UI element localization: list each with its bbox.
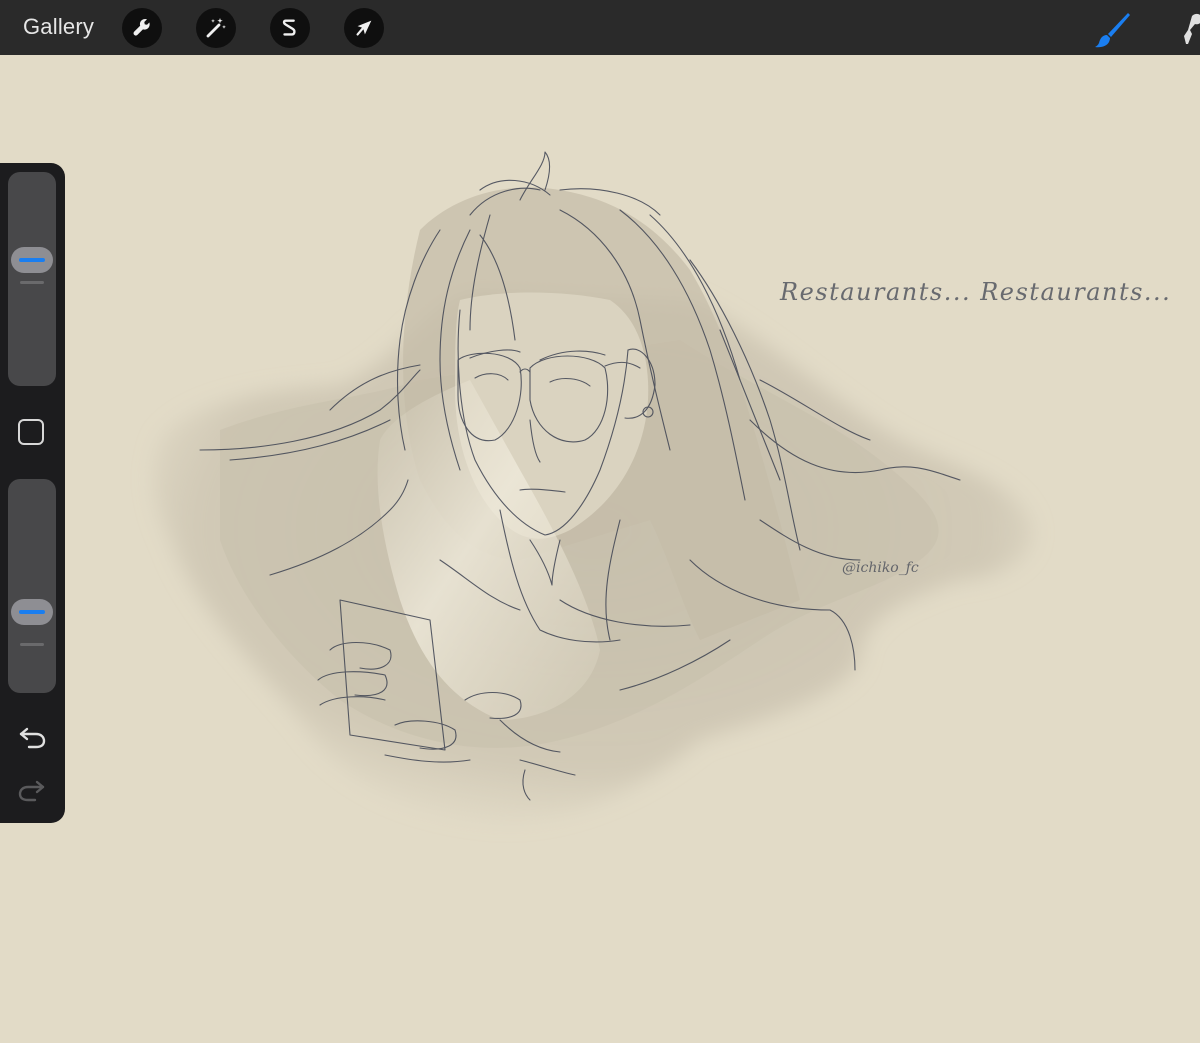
procreate-app: Restaurants... Restaurants... @ichiko_fc… xyxy=(0,0,1200,1043)
brush-size-handle[interactable] xyxy=(11,246,53,273)
redo-icon xyxy=(18,780,45,802)
opacity-slider[interactable] xyxy=(8,479,56,693)
transform-button[interactable] xyxy=(344,8,384,48)
smudge-icon xyxy=(1184,13,1200,44)
brush-size-slider[interactable] xyxy=(8,172,56,386)
brush-icon xyxy=(1095,13,1130,48)
slider-tick xyxy=(20,281,44,284)
undo-icon xyxy=(19,727,46,749)
adjustments-button[interactable] xyxy=(196,8,236,48)
selection-s-icon xyxy=(282,19,296,36)
selection-button[interactable] xyxy=(270,8,310,48)
gallery-button[interactable]: Gallery xyxy=(23,14,94,40)
brush-button[interactable] xyxy=(1092,10,1132,50)
wrench-icon xyxy=(133,18,150,36)
artist-signature: @ichiko_fc xyxy=(842,560,919,576)
smudge-button[interactable] xyxy=(1178,10,1200,50)
sketch-artwork: Restaurants... Restaurants... @ichiko_fc xyxy=(153,151,1171,822)
magic-wand-icon xyxy=(206,18,226,38)
actions-button[interactable] xyxy=(122,8,162,48)
handwritten-note: Restaurants... Restaurants... xyxy=(779,278,1171,306)
undo-button[interactable] xyxy=(17,723,47,751)
top-toolbar: Gallery xyxy=(0,0,1200,55)
redo-button[interactable] xyxy=(17,776,47,804)
modify-button[interactable] xyxy=(18,419,44,445)
drawing-canvas[interactable]: Restaurants... Restaurants... @ichiko_fc xyxy=(0,55,1200,1043)
slider-tick xyxy=(20,643,44,646)
left-sidebar xyxy=(0,163,65,823)
arrow-cursor-icon xyxy=(356,20,372,36)
opacity-handle[interactable] xyxy=(11,599,53,626)
